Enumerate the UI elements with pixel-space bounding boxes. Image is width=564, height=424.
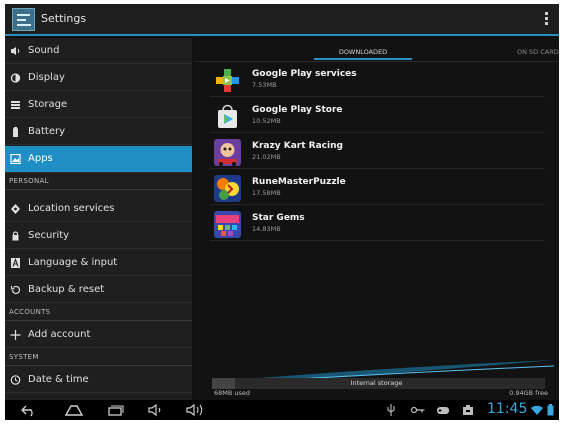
sidebar-item-label: Location services <box>28 203 115 214</box>
app-name: Star Gems <box>252 213 305 223</box>
sidebar-item-label: Display <box>28 72 65 83</box>
backup-icon <box>10 285 21 295</box>
app-list-item[interactable]: Google Play Store 10.52MB <box>210 98 545 133</box>
app-size: 14.83MB <box>252 225 281 233</box>
sound-icon <box>10 46 21 56</box>
app-list-item[interactable]: Google Play services 7.53MB <box>210 62 545 97</box>
sidebar-item-display[interactable]: Display <box>5 65 192 91</box>
location-icon <box>10 204 21 214</box>
app-size: 17.58MB <box>252 189 281 197</box>
tab-on-sd-card[interactable]: ON SD CARD <box>517 44 559 60</box>
volume-up-icon[interactable] <box>185 402 205 418</box>
sidebar-item-location[interactable]: Location services <box>5 196 192 222</box>
tab-downloaded[interactable]: DOWNLOADED <box>314 44 412 60</box>
key-icon <box>410 406 425 414</box>
sidebar-item-label: Sound <box>28 45 60 56</box>
app-size: 21.02MB <box>252 153 281 161</box>
lock-icon <box>10 231 21 241</box>
system-bar: 11:45 <box>5 400 559 420</box>
language-icon <box>10 257 21 268</box>
app-list-item[interactable]: Star Gems 14.83MB <box>210 206 545 241</box>
status-clock: 11:45 <box>487 401 528 417</box>
app-size: 7.53MB <box>252 81 277 89</box>
app-size: 10.52MB <box>252 117 281 125</box>
section-header-system: SYSTEM <box>5 349 192 366</box>
star-gems-icon <box>214 211 241 238</box>
app-list-item[interactable]: RuneMasterPuzzle 17.58MB <box>210 170 545 205</box>
wifi-icon <box>531 405 543 415</box>
sidebar-item-label: Language & input <box>28 257 118 268</box>
sidebar-item-add-account[interactable]: Add account <box>5 322 192 348</box>
clock-icon <box>10 375 21 385</box>
action-bar: Settings <box>5 4 559 36</box>
notification-icon <box>463 405 473 415</box>
recent-apps-icon[interactable] <box>105 402 125 418</box>
overflow-menu-icon[interactable] <box>545 12 549 26</box>
home-icon[interactable] <box>63 402 85 418</box>
sidebar-item-backup[interactable]: Backup & reset <box>5 277 192 303</box>
sidebar-item-label: Add account <box>28 329 91 340</box>
storage-icon <box>10 100 21 110</box>
app-list-item[interactable]: Krazy Kart Racing 21.02MB <box>210 134 545 169</box>
settings-app-icon[interactable] <box>12 8 35 31</box>
display-icon <box>10 73 21 83</box>
storage-used-label: 68MB used <box>214 389 251 397</box>
sidebar-item-storage[interactable]: Storage <box>5 92 192 118</box>
settings-sidebar: Sound Display Storage Battery Apps PERSO… <box>5 38 192 400</box>
rune-master-icon <box>214 175 241 202</box>
app-name: RuneMasterPuzzle <box>252 177 346 187</box>
gamepad-icon <box>437 407 449 414</box>
plus-icon <box>10 330 21 340</box>
sidebar-item-sound[interactable]: Sound <box>5 38 192 64</box>
sidebar-item-label: Backup & reset <box>28 284 105 295</box>
sidebar-item-apps[interactable]: Apps <box>5 146 192 173</box>
sidebar-item-label: Security <box>28 230 70 241</box>
storage-free-label: 0.94GB free <box>509 389 548 397</box>
app-name: Google Play Store <box>252 105 343 115</box>
storage-title: Internal storage <box>350 379 403 387</box>
sidebar-item-label: Date & time <box>28 374 89 385</box>
back-icon[interactable] <box>19 402 39 418</box>
apps-icon <box>10 153 21 165</box>
sidebar-item-label: Apps <box>28 153 53 164</box>
krazy-kart-icon <box>214 139 241 166</box>
sidebar-item-battery[interactable]: Battery <box>5 119 192 145</box>
page-title: Settings <box>41 12 87 25</box>
usb-icon <box>387 404 395 416</box>
sidebar-item-security[interactable]: Security <box>5 223 192 249</box>
app-name: Google Play services <box>252 69 357 79</box>
sidebar-item-date-time[interactable]: Date & time <box>5 367 192 393</box>
section-header-personal: PERSONAL <box>5 173 192 190</box>
volume-down-icon[interactable] <box>147 402 165 418</box>
sidebar-item-label: Battery <box>28 126 66 137</box>
apps-panel: DOWNLOADED ON SD CARD Google Play servic… <box>194 38 559 400</box>
sidebar-item-label: Storage <box>28 99 68 110</box>
sidebar-item-language[interactable]: Language & input <box>5 250 192 276</box>
play-store-icon <box>214 103 241 130</box>
play-services-icon <box>214 67 241 94</box>
battery-icon <box>10 127 21 137</box>
settings-screen: Settings Sound Display Storage Battery A… <box>5 4 559 420</box>
battery-status-icon <box>547 404 554 416</box>
app-name: Krazy Kart Racing <box>252 141 343 151</box>
section-header-accounts: ACCOUNTS <box>5 304 192 321</box>
